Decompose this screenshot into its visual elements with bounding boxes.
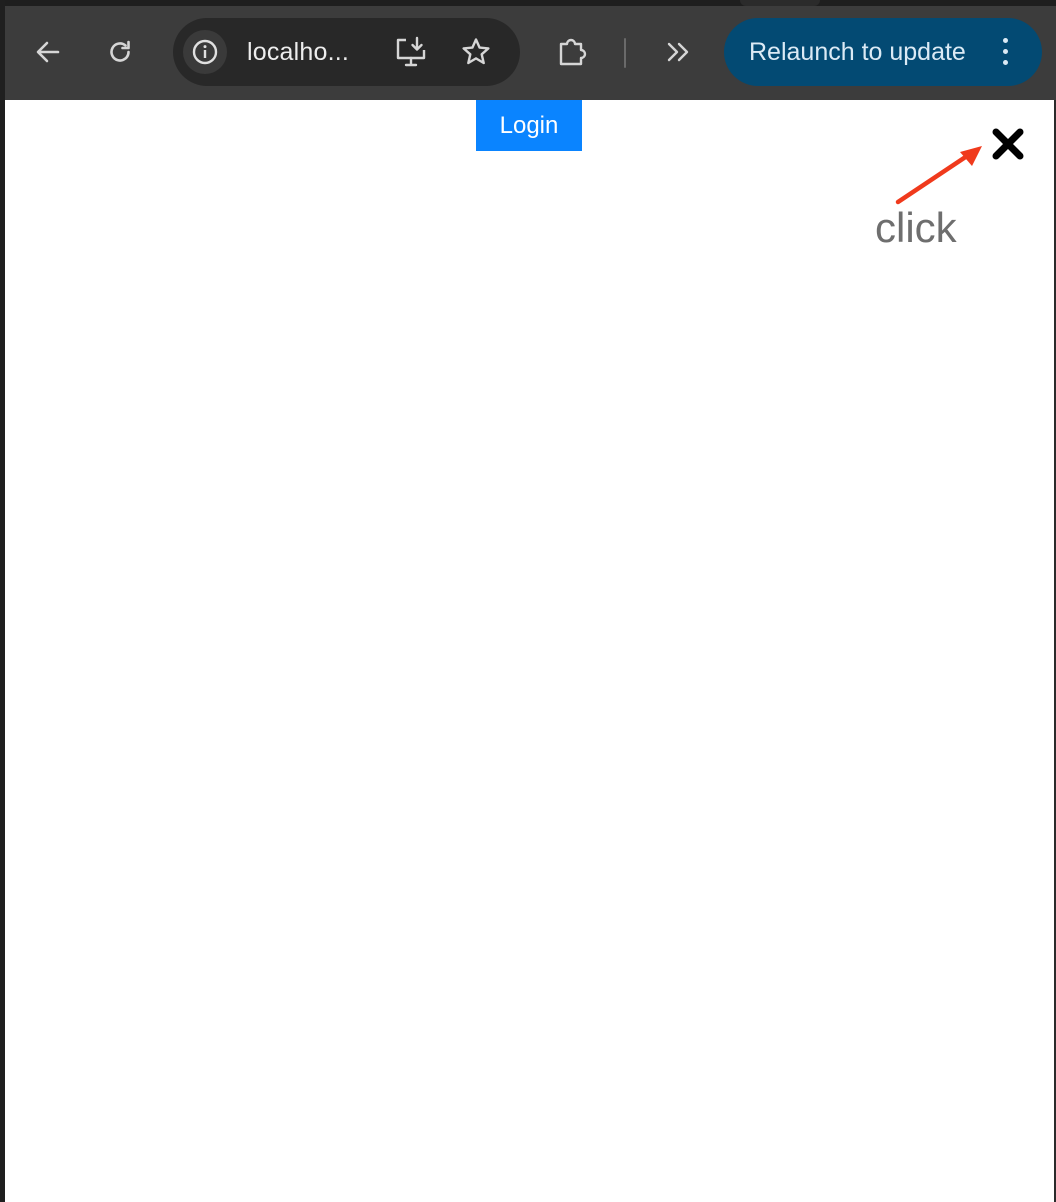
back-button[interactable] [28,32,68,72]
page-viewport: Login click [5,100,1054,1202]
install-app-button[interactable] [391,32,431,72]
extensions-button[interactable] [553,32,593,72]
chevron-double-right-icon [667,42,689,62]
address-bar[interactable]: localho... [173,18,520,86]
close-icon [992,128,1024,160]
puzzle-icon [559,38,587,66]
install-app-icon [396,36,426,67]
browser-window: localho... Relaunch to update Login clic… [0,0,1056,1202]
annotation-label: click [875,204,957,251]
info-icon [192,39,218,65]
toolbar-divider [624,38,626,68]
back-arrow-icon [36,41,60,63]
relaunch-label: Relaunch to update [749,38,966,66]
browser-toolbar: localho... Relaunch to update [5,6,1056,100]
close-button[interactable] [988,124,1028,164]
annotation-arrow-icon [895,146,982,205]
url-text[interactable]: localho... [247,38,349,67]
kebab-menu-icon[interactable] [1000,38,1010,68]
overflow-extensions-button[interactable] [659,32,699,72]
star-icon [462,38,490,65]
reload-button[interactable] [100,32,140,72]
reload-icon [110,40,130,62]
site-info-button[interactable] [183,30,227,74]
relaunch-to-update-button[interactable]: Relaunch to update [724,18,1042,86]
bookmark-button[interactable] [456,32,496,72]
login-button[interactable]: Login [476,100,582,151]
